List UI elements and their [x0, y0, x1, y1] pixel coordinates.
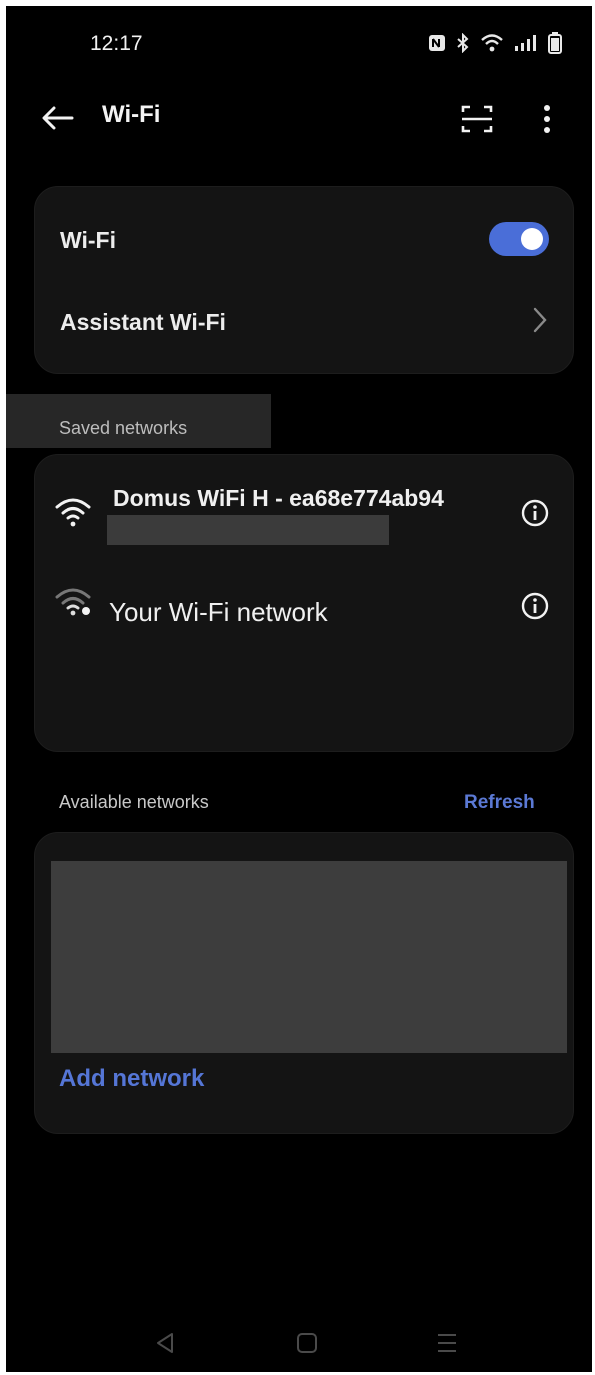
bluetooth-icon [456, 33, 470, 53]
nfc-icon [428, 34, 446, 52]
wifi-settings-screen: 12:17 Wi-Fi Wi-Fi Assistant Wi-Fi Saved … [6, 6, 592, 1372]
saved-network-item[interactable]: Your Wi-Fi network [35, 567, 573, 647]
chevron-right-icon [531, 305, 551, 335]
navigation-bar [6, 1316, 592, 1372]
saved-networks-header: Saved networks [6, 394, 271, 448]
more-vert-icon[interactable] [532, 102, 562, 136]
redacted-network-list [51, 861, 567, 1053]
nav-back-icon[interactable] [150, 1328, 180, 1358]
app-bar: Wi-Fi [6, 86, 592, 150]
info-icon[interactable] [519, 497, 551, 529]
status-time: 12:17 [90, 32, 143, 55]
redacted-network-detail [107, 515, 389, 545]
saved-networks-card: Domus WiFi H - ea68e774ab94 Your Wi-Fi n… [34, 454, 574, 752]
status-icons [428, 32, 562, 54]
wifi-full-icon [53, 497, 93, 527]
wifi-settings-card: Wi-Fi Assistant Wi-Fi [34, 186, 574, 374]
wifi-toggle-label: Wi-Fi [60, 227, 116, 253]
signal-icon [514, 34, 538, 52]
saved-network-item[interactable]: Domus WiFi H - ea68e774ab94 [35, 455, 573, 555]
scan-qr-icon[interactable] [460, 102, 494, 136]
wifi-weak-icon [53, 587, 93, 617]
nav-home-icon[interactable] [292, 1328, 322, 1358]
add-network-button[interactable]: Add network [59, 1065, 204, 1093]
refresh-button[interactable]: Refresh [464, 792, 535, 814]
battery-icon [548, 32, 562, 54]
network-name: Domus WiFi H - ea68e774ab94 [113, 485, 444, 511]
wifi-toggle[interactable] [489, 222, 549, 256]
network-name: Your Wi-Fi network [109, 597, 328, 627]
page-title: Wi-Fi [102, 101, 161, 128]
available-networks-card: Add network [34, 832, 574, 1134]
nav-recents-icon[interactable] [432, 1328, 462, 1358]
saved-networks-label: Saved networks [59, 418, 188, 438]
toggle-knob [521, 228, 543, 250]
wifi-icon [480, 33, 504, 53]
assistant-wifi-item[interactable]: Assistant Wi-Fi [60, 309, 226, 336]
back-arrow-icon[interactable] [40, 104, 76, 132]
status-bar: 12:17 [6, 6, 592, 76]
info-icon[interactable] [519, 590, 551, 622]
available-networks-label: Available networks [59, 792, 209, 812]
